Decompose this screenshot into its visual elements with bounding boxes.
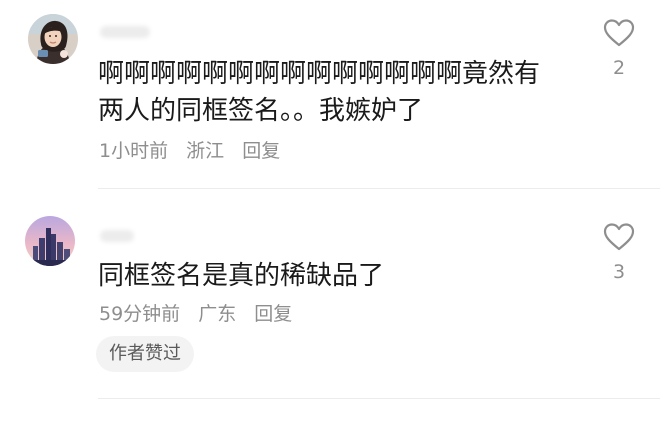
like-count: 3 — [612, 261, 626, 283]
comment-divider — [98, 398, 660, 399]
comment-text: 同框签名是真的稀缺品了 — [98, 261, 385, 291]
reply-button[interactable]: 回复 — [254, 302, 292, 326]
avatar-girl-icon — [28, 14, 78, 64]
comment-time: 59分钟前 — [99, 303, 181, 325]
comment-list: 啊啊啊啊啊啊啊啊啊啊啊啊啊啊竟然有两人的同框签名。。我嫉妒了 1小时前 浙江 回… — [0, 0, 660, 422]
username-placeholder[interactable] — [100, 230, 134, 242]
comment-meta: 59分钟前 广东 回复 — [99, 302, 292, 326]
comment-divider — [98, 188, 660, 189]
comment-time: 1小时前 — [99, 140, 169, 162]
user-avatar[interactable] — [28, 14, 78, 64]
avatar-city-skyline-icon — [25, 216, 75, 266]
user-avatar[interactable] — [25, 216, 75, 266]
comment-meta: 1小时前 浙江 回复 — [99, 139, 280, 163]
comment-text: 啊啊啊啊啊啊啊啊啊啊啊啊啊啊竟然有两人的同框签名。。我嫉妒了 — [98, 59, 541, 126]
author-liked-badge: 作者赞过 — [96, 336, 194, 372]
comment-location: 浙江 — [186, 140, 225, 162]
username-placeholder[interactable] — [100, 26, 150, 38]
like-control: 3 — [599, 222, 639, 284]
heart-outline-icon[interactable] — [603, 18, 635, 48]
comment-location: 广东 — [198, 303, 237, 325]
heart-outline-icon[interactable] — [603, 222, 635, 252]
reply-button[interactable]: 回复 — [242, 139, 280, 163]
like-count: 2 — [612, 57, 626, 79]
like-control: 2 — [599, 18, 639, 80]
